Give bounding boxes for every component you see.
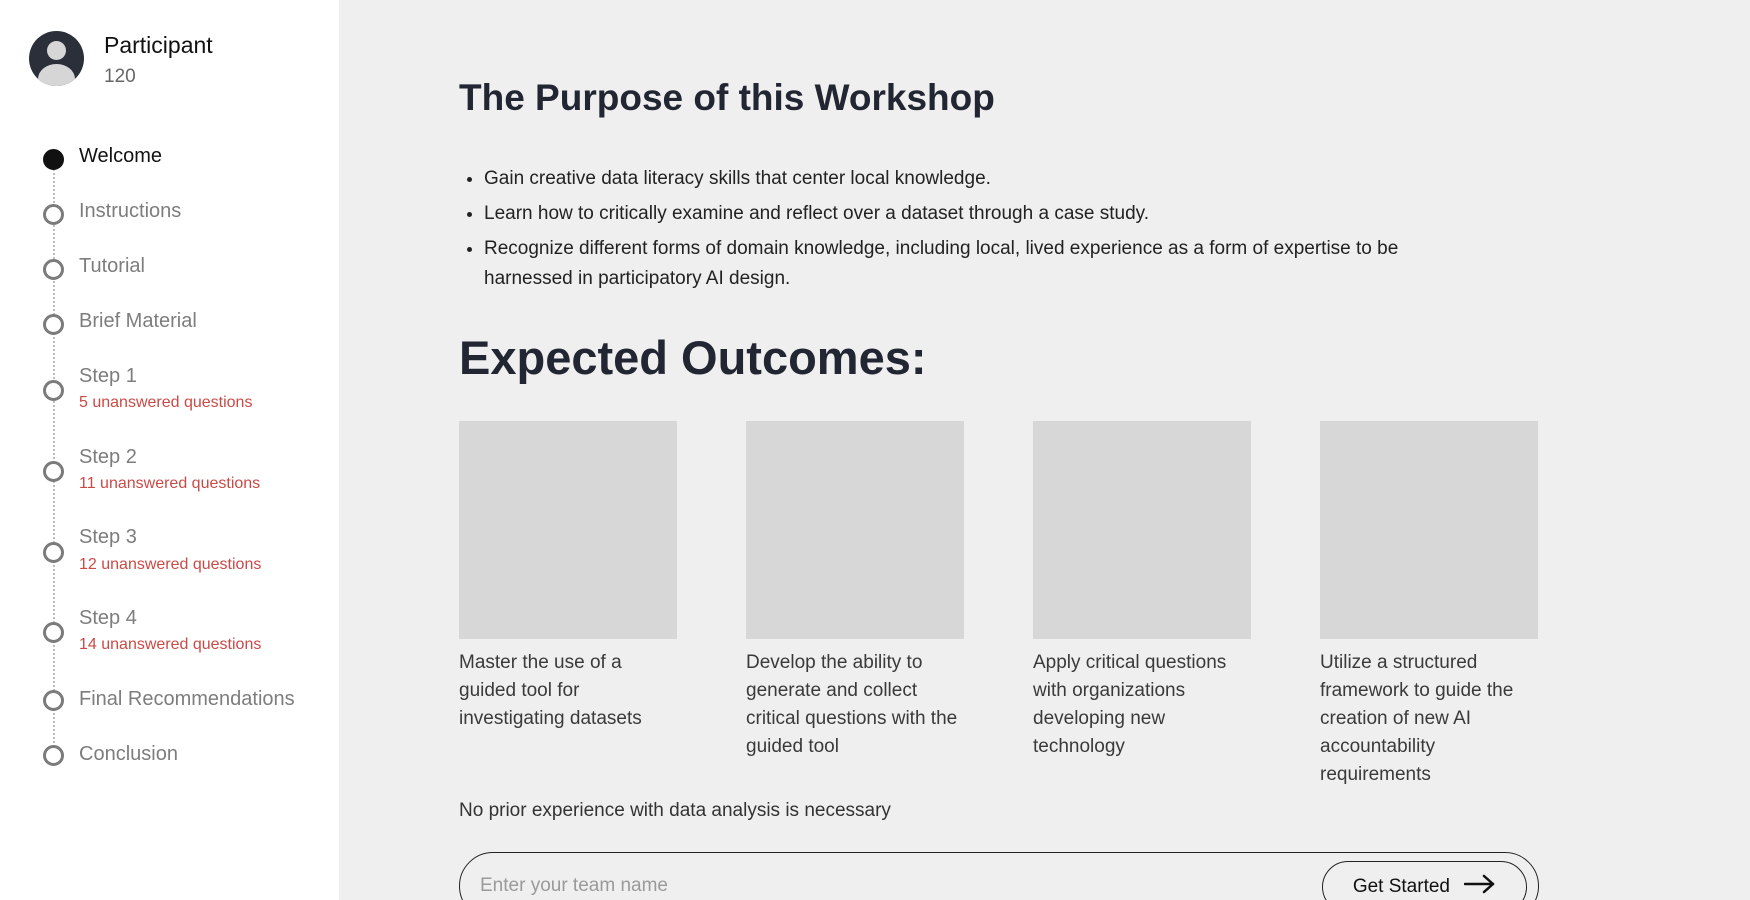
step-status-icon (43, 380, 64, 401)
outcome-image (459, 421, 677, 639)
step-connector-line (53, 160, 55, 755)
step-label: Brief Material (79, 310, 197, 332)
user-profile: Participant 120 (29, 31, 213, 87)
step-label: Welcome (79, 145, 162, 167)
step-status-icon (43, 204, 64, 225)
step-label: Instructions (79, 200, 182, 222)
outcome-image (746, 421, 964, 639)
unanswered-count: 5 unanswered questions (79, 394, 253, 411)
unanswered-count: 12 unanswered questions (79, 556, 262, 573)
step-status-icon (43, 314, 64, 335)
goal-item: Recognize different forms of domain know… (484, 234, 1484, 294)
arrow-right-icon (1463, 874, 1496, 900)
outcome-caption: Apply critical questions with organizati… (1033, 652, 1227, 757)
step-label: Conclusion (79, 743, 178, 765)
step-status-icon (43, 259, 64, 280)
team-name-input[interactable] (480, 875, 1280, 897)
outcome-caption: Master the use of a guided tool for inve… (459, 652, 642, 729)
outcome-card: Master the use of a guided tool for inve… (459, 421, 677, 733)
step-label: Step 4 (79, 607, 137, 629)
outcomes-title: Expected Outcomes: (459, 331, 927, 384)
goal-item: Gain creative data literacy skills that … (484, 164, 1484, 194)
goal-item: Learn how to critically examine and refl… (484, 199, 1484, 229)
outcome-card: Develop the ability to generate and coll… (746, 421, 964, 761)
unanswered-count: 11 unanswered questions (79, 475, 261, 492)
outcome-caption: Utilize a structured framework to guide … (1320, 652, 1514, 785)
outcome-card: Utilize a structured framework to guide … (1320, 421, 1538, 789)
goals-list: Gain creative data literacy skills that … (484, 164, 1484, 299)
outcome-image (1033, 421, 1251, 639)
step-label: Tutorial (79, 255, 145, 277)
step-label: Final Recommendations (79, 688, 295, 710)
step-status-icon (43, 542, 64, 563)
user-id: 120 (104, 66, 136, 87)
outcome-image (1320, 421, 1538, 639)
step-status-icon (43, 745, 64, 766)
step-label: Step 3 (79, 526, 137, 548)
outcome-card: Apply critical questions with organizati… (1033, 421, 1251, 761)
outcome-caption: Develop the ability to generate and coll… (746, 652, 958, 757)
step-label: Step 1 (79, 365, 137, 387)
purpose-title: The Purpose of this Workshop (459, 77, 995, 118)
user-avatar-icon (29, 31, 84, 86)
get-started-button[interactable]: Get Started (1321, 861, 1527, 900)
step-status-icon (43, 622, 64, 643)
team-name-form: Get Started (459, 852, 1539, 900)
step-status-icon (43, 461, 64, 482)
step-status-icon (43, 149, 64, 170)
step-status-icon (43, 690, 64, 711)
experience-note: No prior experience with data analysis i… (459, 800, 891, 821)
sidebar: Participant 120 Welcome Instructions Tut… (0, 0, 339, 900)
get-started-label: Get Started (1352, 876, 1450, 897)
unanswered-count: 14 unanswered questions (79, 636, 262, 653)
step-label: Step 2 (79, 446, 137, 468)
user-name: Participant (104, 32, 213, 58)
